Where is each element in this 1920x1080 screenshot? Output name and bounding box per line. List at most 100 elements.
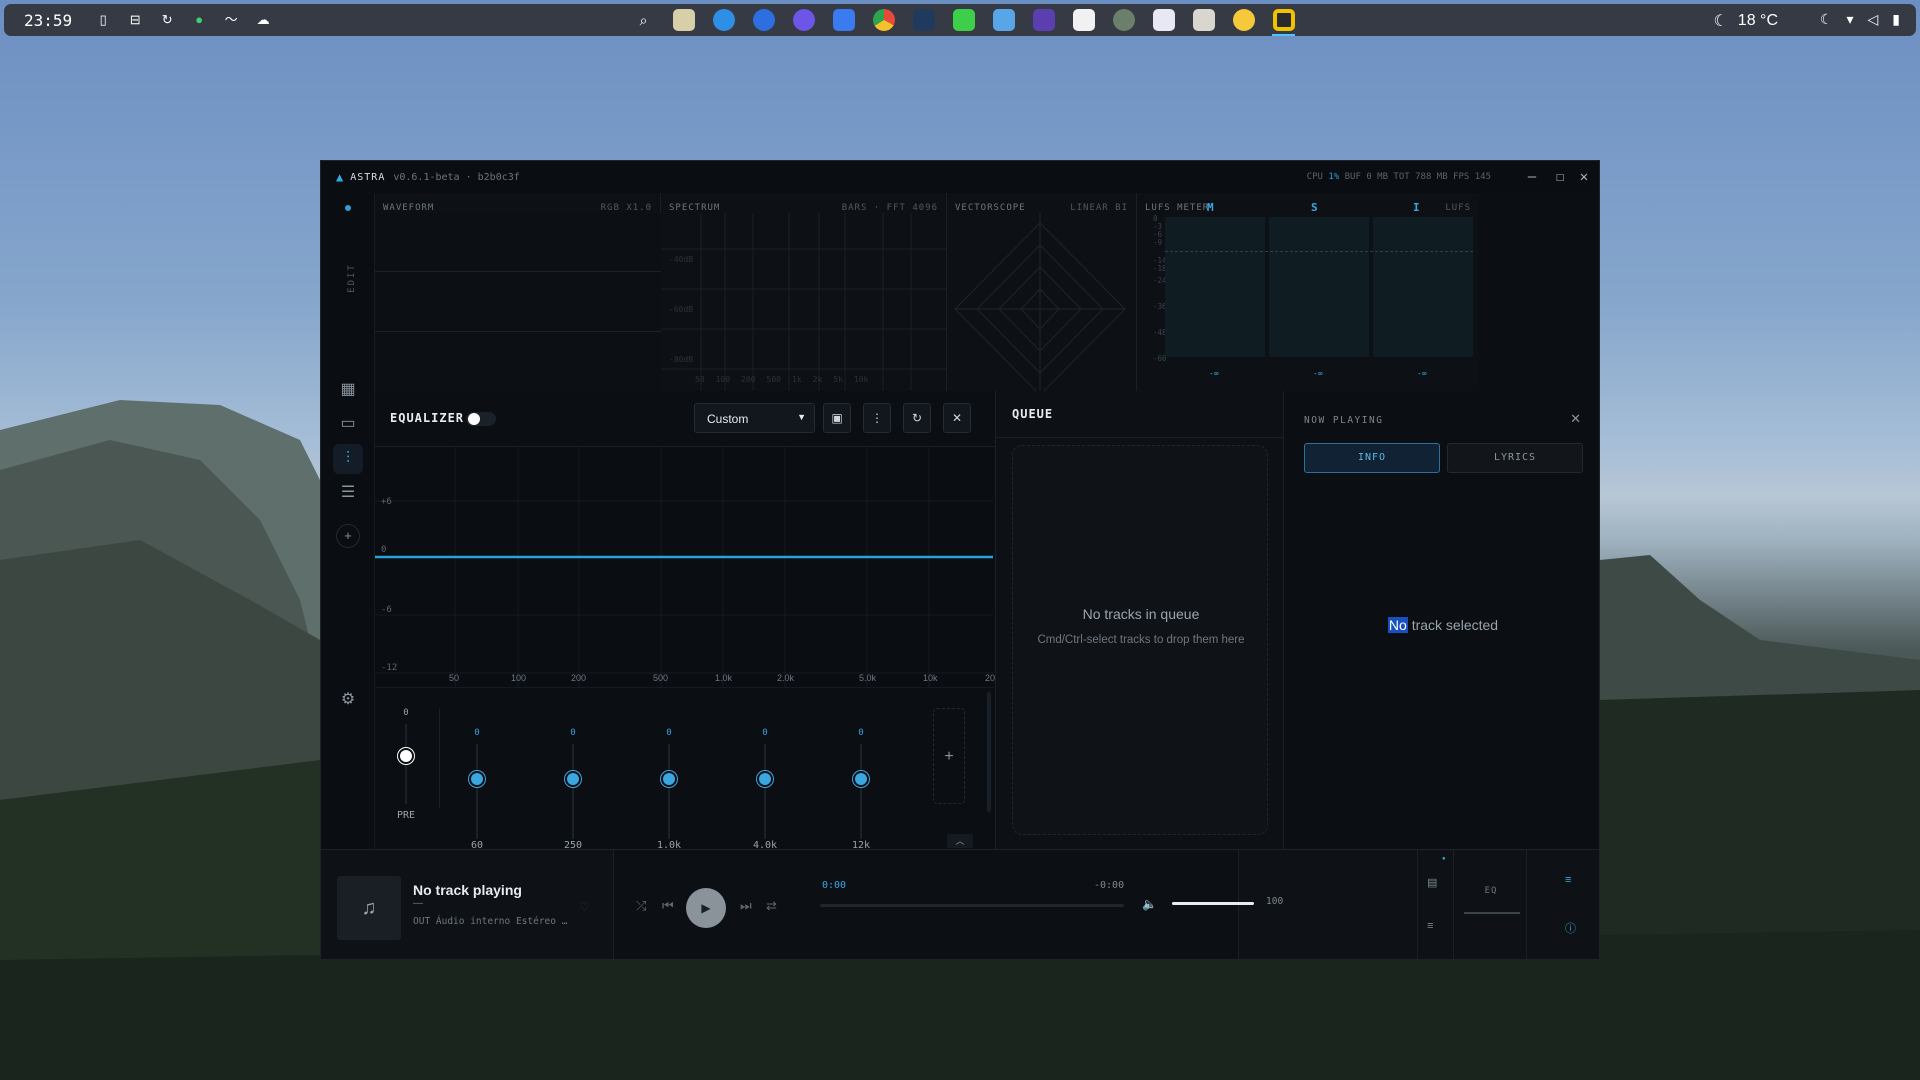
wave-icon[interactable]: 〜 (222, 11, 240, 29)
spectrum-panel: SPECTRUM BARS · FFT 4096 -40dB -60dB -80… (661, 193, 947, 391)
astra-app-icon[interactable] (1268, 7, 1299, 36)
store-icon[interactable] (1148, 7, 1179, 33)
lemon-icon[interactable] (1228, 7, 1259, 33)
temperature: 18 °C (1737, 12, 1778, 29)
notes-icon[interactable]: ▯ (94, 11, 112, 29)
band-fader-12k[interactable]: 0 12k (841, 688, 881, 851)
files-icon[interactable] (668, 7, 699, 33)
list-icon[interactable]: ☰ (333, 478, 363, 508)
night-mode-icon[interactable]: ☾ (1820, 11, 1833, 28)
band-knob (661, 771, 677, 787)
tor-icon[interactable] (1108, 7, 1139, 33)
preset-select[interactable]: Custom ▼ (694, 403, 815, 433)
info-icon[interactable]: ⓘ (1565, 920, 1576, 936)
tab-lyrics[interactable]: LYRICS (1447, 443, 1583, 473)
freq-tick: 500 (653, 673, 669, 683)
band-knob (469, 771, 485, 787)
time-remaining: -0:00 (1094, 880, 1125, 891)
battery-icon[interactable]: ▮ (1892, 11, 1900, 28)
freq-tick: 50 (449, 673, 460, 683)
volume-slider[interactable] (1172, 902, 1254, 905)
gain-tick: -6 (381, 605, 392, 615)
shortcuts-icon[interactable] (1028, 7, 1059, 33)
title-bar[interactable]: ▲ ASTRA v0.6.1-beta · b2b0c3f CPU 1% BUF… (321, 161, 1599, 193)
safari-icon[interactable] (708, 7, 739, 33)
output-device[interactable]: OUT Áudio interno Estéreo … (413, 916, 567, 927)
fader-bank: 0 PRE 0 60 0 250 0 1.0k 0 4.0k 0 12k + ︿ (375, 687, 995, 851)
band-fader-60[interactable]: 0 60 (457, 688, 497, 851)
heart-icon[interactable]: ♡ (579, 900, 590, 914)
more-options-icon[interactable]: ⋮ (863, 403, 891, 433)
vectorscope-mode[interactable]: LINEAR BI (1070, 203, 1128, 213)
zed-icon[interactable] (1188, 7, 1219, 33)
volume-icon[interactable]: 🔈 (1142, 897, 1157, 911)
repeat-icon[interactable]: ⇄ (766, 898, 777, 914)
status-green-icon[interactable]: ● (190, 11, 208, 29)
equalizer-title: EQUALIZER (390, 411, 465, 425)
equalizer-curve-graph[interactable]: +6 0 -6 -12 50 100 200 500 1.0k 2.0k 5.0… (375, 447, 995, 687)
edit-label[interactable]: EDIT (347, 263, 357, 293)
freq-tick: 100 (511, 673, 527, 683)
grid-icon[interactable]: ▦ (333, 375, 363, 405)
add-icon[interactable]: + (336, 524, 360, 548)
tasks-icon[interactable] (828, 7, 859, 33)
db-tick: -40dB (669, 255, 694, 264)
spectrum-mode[interactable]: BARS · FFT 4096 (842, 203, 938, 213)
messenger-icon[interactable] (788, 7, 819, 33)
volume-fill (1172, 902, 1254, 905)
queue-drop-zone[interactable]: No tracks in queue Cmd/Ctrl-select track… (1012, 445, 1268, 835)
android-studio-icon[interactable] (948, 7, 979, 33)
fader-scrollbar[interactable] (987, 692, 991, 812)
editor-icon[interactable] (908, 7, 939, 33)
band-knob (853, 771, 869, 787)
settings-gear-icon[interactable]: ⚙ (333, 685, 363, 715)
volume-icon[interactable]: ◁ (1868, 11, 1879, 28)
next-icon[interactable]: ⏭ (740, 898, 752, 914)
track-title: No track playing (413, 882, 522, 898)
add-band-button[interactable]: + (933, 708, 965, 804)
save-icon[interactable]: ▣ (823, 403, 851, 433)
astra-window: ▲ ASTRA v0.6.1-beta · b2b0c3f CPU 1% BUF… (320, 160, 1600, 960)
search-icon[interactable]: ⌕ (628, 7, 659, 33)
collapse-chevron-icon[interactable]: ︿ (947, 834, 973, 848)
queue-icon[interactable]: ≡ (1565, 874, 1571, 886)
cloud-icon[interactable]: ☁ (254, 11, 272, 29)
book-icon[interactable]: ▭ (333, 409, 363, 439)
equalizer-toggle[interactable] (466, 412, 496, 426)
close-icon[interactable]: ✕ (943, 403, 971, 433)
equalizer-sliders-icon[interactable]: ⫶ (333, 444, 363, 474)
queue-empty-text: No tracks in queue (1082, 606, 1200, 622)
maximize-button[interactable]: ☐ (1549, 167, 1571, 187)
waveform-mode[interactable]: RGB X1.0 (601, 203, 652, 213)
weather-widget[interactable]: ☾ 18 °C (1713, 11, 1778, 31)
cards-icon[interactable] (1068, 7, 1099, 33)
lufs-readout-m: -∞ (1209, 369, 1219, 378)
performance-stats: CPU 1% BUF 0 MB TOT 788 MB FPS 145 (1306, 172, 1491, 182)
progress-bar[interactable] (820, 904, 1124, 907)
wifi-icon[interactable]: ▾ (1846, 11, 1853, 28)
screen-icon[interactable] (988, 7, 1019, 33)
browser-icon[interactable] (748, 7, 779, 33)
sync-icon[interactable]: ↻ (158, 11, 176, 29)
freq-tick: 1.0k (715, 673, 733, 683)
menu-icon[interactable]: ≡ (1427, 920, 1433, 932)
chrome-icon[interactable] (868, 7, 899, 33)
play-button[interactable]: ▶ (686, 888, 726, 928)
lyrics-toggle-icon[interactable]: ▤ (1427, 876, 1437, 889)
previous-icon[interactable]: ⏮ (662, 898, 674, 914)
minimize-button[interactable]: – (1521, 167, 1543, 187)
inbox-icon[interactable]: ⊟ (126, 11, 144, 29)
reset-icon[interactable]: ↻ (903, 403, 931, 433)
shuffle-icon[interactable]: ⤮ (636, 898, 646, 914)
clock: 23:59 (24, 10, 73, 30)
eq-grid (375, 447, 993, 687)
band-fader-250[interactable]: 0 250 (553, 688, 593, 851)
band-fader-4k[interactable]: 0 4.0k (745, 688, 785, 851)
band-fader-1k[interactable]: 0 1.0k (649, 688, 689, 851)
preamp-fader[interactable]: 0 PRE (386, 688, 426, 850)
tab-info[interactable]: INFO (1304, 443, 1440, 473)
eq-mini-toggle[interactable]: EQ (1453, 850, 1527, 959)
close-icon[interactable]: ✕ (1570, 411, 1581, 427)
close-window-button[interactable]: ✕ (1573, 167, 1595, 187)
freq-tick: 2.0k (777, 673, 795, 683)
